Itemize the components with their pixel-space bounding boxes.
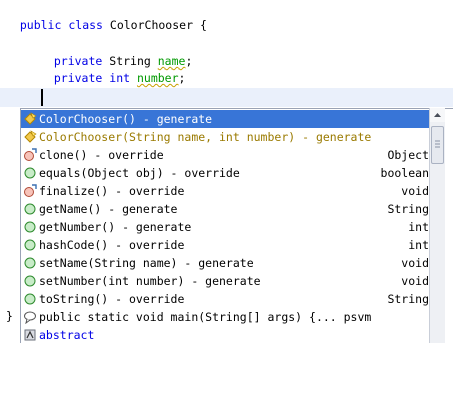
completion-item-tostring[interactable]: toString() - override String — [21, 290, 429, 308]
method-icon — [24, 293, 36, 305]
completion-item-setname[interactable]: setName(String name) - generate void — [21, 254, 429, 272]
completion-item-constructor-params[interactable]: ColorChooser(String name, int number) - … — [21, 128, 429, 146]
completion-item-clone[interactable]: clone() - override Object — [21, 146, 429, 164]
constructor-generate-icon — [24, 130, 37, 143]
completion-item-abstract[interactable]: abstract — [21, 326, 429, 344]
code-completion-popup[interactable]: ColorChooser() - generate ColorChooser(S… — [20, 108, 453, 343]
method-icon — [24, 257, 36, 269]
arrow-up-icon — [434, 113, 441, 117]
completion-item-finalize[interactable]: finalize() - override void — [21, 182, 429, 200]
scroll-thumb[interactable] — [431, 126, 444, 164]
completion-item-equals[interactable]: equals(Object obj) - override boolean — [21, 164, 429, 182]
scroll-up-button[interactable] — [430, 108, 445, 122]
code-line-field-number: private int number; — [53, 71, 186, 85]
method-icon — [24, 167, 36, 179]
method-icon — [24, 203, 36, 215]
grip-icon — [435, 140, 440, 148]
text-caret — [41, 89, 43, 106]
method-icon — [24, 275, 36, 287]
current-line-highlight — [0, 88, 453, 107]
completion-scrollbar[interactable] — [429, 108, 445, 343]
method-icon — [24, 239, 36, 251]
completion-item-psvm-template[interactable]: public static void main(String[] args) {… — [21, 308, 429, 326]
completion-item-constructor[interactable]: ColorChooser() - generate — [21, 110, 429, 128]
completion-item-setnumber[interactable]: setNumber(int number) - generate void — [21, 272, 429, 290]
override-method-icon — [24, 148, 37, 161]
constructor-generate-icon — [24, 112, 37, 125]
completion-item-hashcode[interactable]: hashCode() - override int — [21, 236, 429, 254]
keyword-icon — [24, 329, 36, 341]
code-closing-brace: } — [6, 309, 13, 323]
template-icon — [24, 311, 36, 324]
method-icon — [24, 221, 36, 233]
code-line-field-name: private String name; — [53, 54, 193, 68]
completion-item-getnumber[interactable]: getNumber() - generate int — [21, 218, 429, 236]
override-method-icon — [24, 184, 37, 197]
completion-item-getname[interactable]: getName() - generate String — [21, 200, 429, 218]
code-line-class-decl: public class ColorChooser { — [19, 18, 207, 32]
